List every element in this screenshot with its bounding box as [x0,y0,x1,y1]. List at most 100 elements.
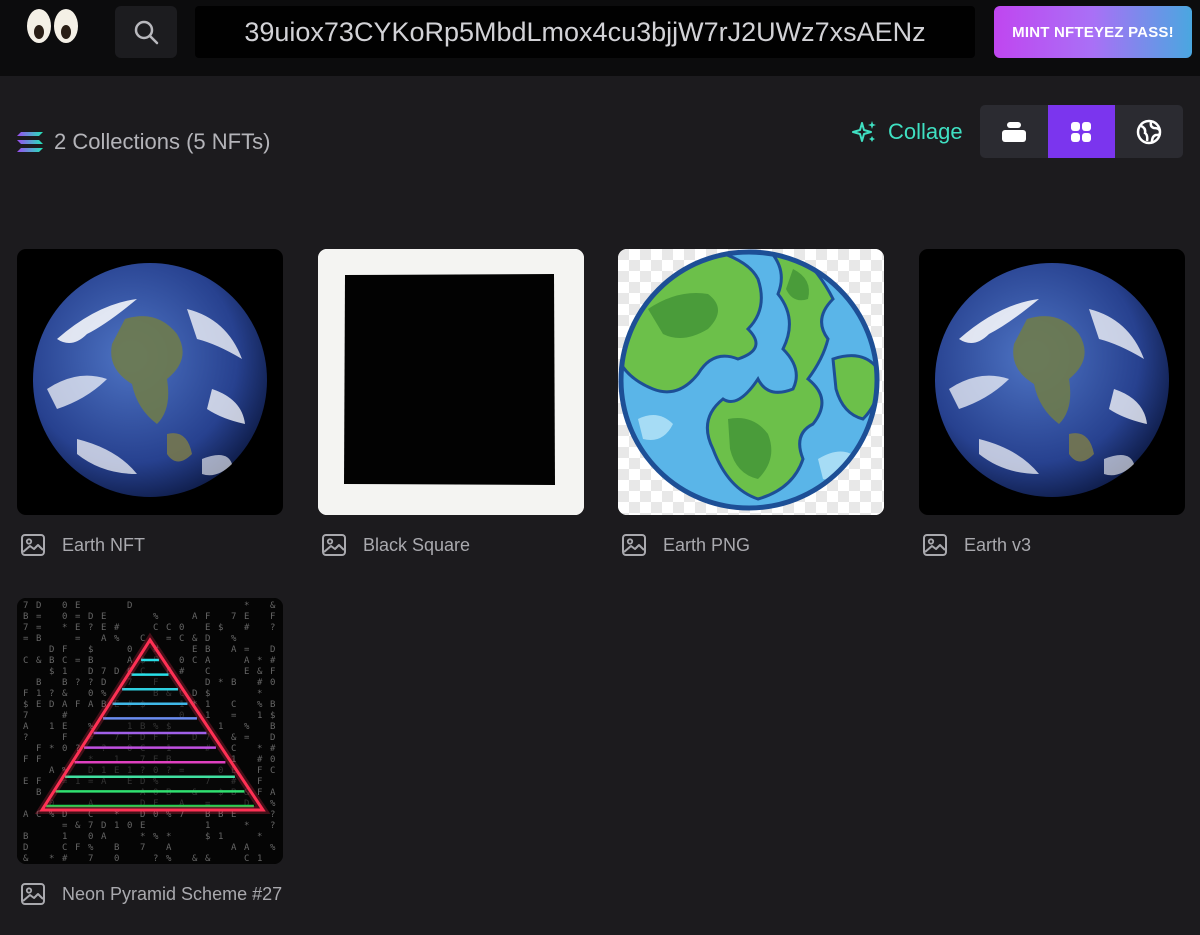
eyes-logo-icon[interactable] [24,4,82,48]
svg-text:0: 0 [179,656,184,666]
svg-text:%: % [257,700,263,710]
view-toggle [980,105,1183,158]
nft-thumbnail[interactable] [618,249,884,515]
svg-text:*: * [140,832,145,842]
svg-text:F: F [75,700,80,710]
svg-text:E: E [75,623,80,633]
wallet-address-input[interactable] [195,6,975,58]
svg-text:=: = [23,634,29,644]
nft-thumbnail[interactable] [17,249,283,515]
svg-text:D: D [270,645,275,655]
earth-photo-art [33,263,267,497]
svg-text:$: $ [88,645,93,655]
nft-card[interactable]: Earth NFT [17,249,283,557]
svg-text:&: & [23,854,29,864]
svg-text:D: D [36,601,41,611]
nft-card[interactable]: Earth PNG [618,249,884,557]
svg-text:1: 1 [205,700,210,710]
nft-thumbnail[interactable] [919,249,1185,515]
nft-card[interactable]: Earth v3 [919,249,1185,557]
svg-text:C: C [23,656,28,666]
nft-name: Earth PNG [663,534,751,555]
svg-text:D: D [88,612,93,622]
svg-text:%: % [114,634,120,644]
nft-thumbnail[interactable]: 7B7=CF$7A?FEABD&D==B&B1EFFFBCDB$?D1*A0%*… [17,598,283,864]
nft-thumbnail[interactable] [318,249,584,515]
image-icon [21,883,45,905]
svg-text:F: F [23,689,28,699]
svg-text:7: 7 [23,623,28,633]
svg-text:B: B [205,645,210,655]
nft-card[interactable]: 7B7=CF$7A?FEABD&D==B&B1EFFFBCDB$?D1*A0%*… [17,598,283,906]
svg-text:7: 7 [140,843,145,853]
svg-text:#: # [62,711,68,721]
svg-text:%: % [166,854,172,864]
svg-text:&: & [192,634,198,644]
svg-text:0: 0 [127,821,132,831]
svg-text:C: C [270,766,275,776]
nft-name: Earth NFT [62,534,146,555]
svg-text:#: # [244,623,250,633]
svg-text:=: = [231,711,237,721]
svg-text:1: 1 [257,854,262,864]
neon-pyramid-art: 7B7=CF$7A?FEABD&D==B&B1EFFFBCDB$?D1*A0%*… [17,598,283,864]
svg-text:*: * [218,678,223,688]
svg-text:0: 0 [62,601,67,611]
svg-text:?: ? [49,689,54,699]
svg-text:C: C [231,700,236,710]
svg-text:1: 1 [205,821,210,831]
svg-text:#: # [270,656,276,666]
svg-text:&: & [257,667,263,677]
svg-text:C: C [62,843,67,853]
svg-text:E: E [244,667,249,677]
svg-text:C: C [166,623,171,633]
mint-pass-button[interactable]: MINT NFTEYEZ PASS! [994,6,1192,58]
svg-text:0: 0 [127,645,132,655]
collage-button[interactable]: Collage [852,112,963,152]
svg-text:1: 1 [62,832,67,842]
svg-text:F: F [62,645,67,655]
svg-text:1: 1 [218,722,223,732]
svg-text:0: 0 [88,832,93,842]
globe-view-button[interactable] [1115,105,1183,158]
grid-view-button[interactable] [1047,105,1116,158]
svg-text:&: & [205,854,211,864]
svg-text:C: C [231,744,236,754]
search-button[interactable] [115,6,177,58]
svg-text:$: $ [270,711,275,721]
svg-text:D: D [101,678,106,688]
svg-text:=: = [75,634,81,644]
svg-text:7: 7 [23,711,28,721]
nft-caption: Earth PNG [621,533,884,557]
nft-name: Black Square [363,534,471,555]
image-icon [923,534,947,556]
solana-icon [17,132,43,152]
svg-text:#: # [179,667,185,677]
svg-text:?: ? [270,623,275,633]
svg-text:1: 1 [62,667,67,677]
svg-text:=: = [244,733,250,743]
svg-text:?: ? [88,678,93,688]
svg-text:%: % [153,612,159,622]
svg-text:#: # [114,623,120,633]
svg-text:=: = [62,821,68,831]
svg-text:=: = [36,623,42,633]
svg-text:=: = [75,656,81,666]
svg-text:%: % [88,843,94,853]
nft-card[interactable]: Black Square [318,249,584,557]
svg-text:F: F [36,744,41,754]
svg-text:%: % [270,843,276,853]
collections-count-text: 2 Collections (5 NFTs) [54,129,271,154]
svg-text:A: A [205,656,211,666]
svg-text:A: A [166,843,172,853]
svg-text:0: 0 [62,744,67,754]
stack-view-button[interactable] [980,105,1048,158]
svg-text:$: $ [49,667,54,677]
svg-text:A: A [23,722,29,732]
svg-text:=: = [244,645,250,655]
nft-name: Neon Pyramid Scheme #27 [62,883,283,904]
svg-text:&: & [62,689,68,699]
nft-caption: Earth NFT [20,533,283,557]
svg-text:?: ? [270,810,275,820]
svg-text:B: B [36,788,41,798]
